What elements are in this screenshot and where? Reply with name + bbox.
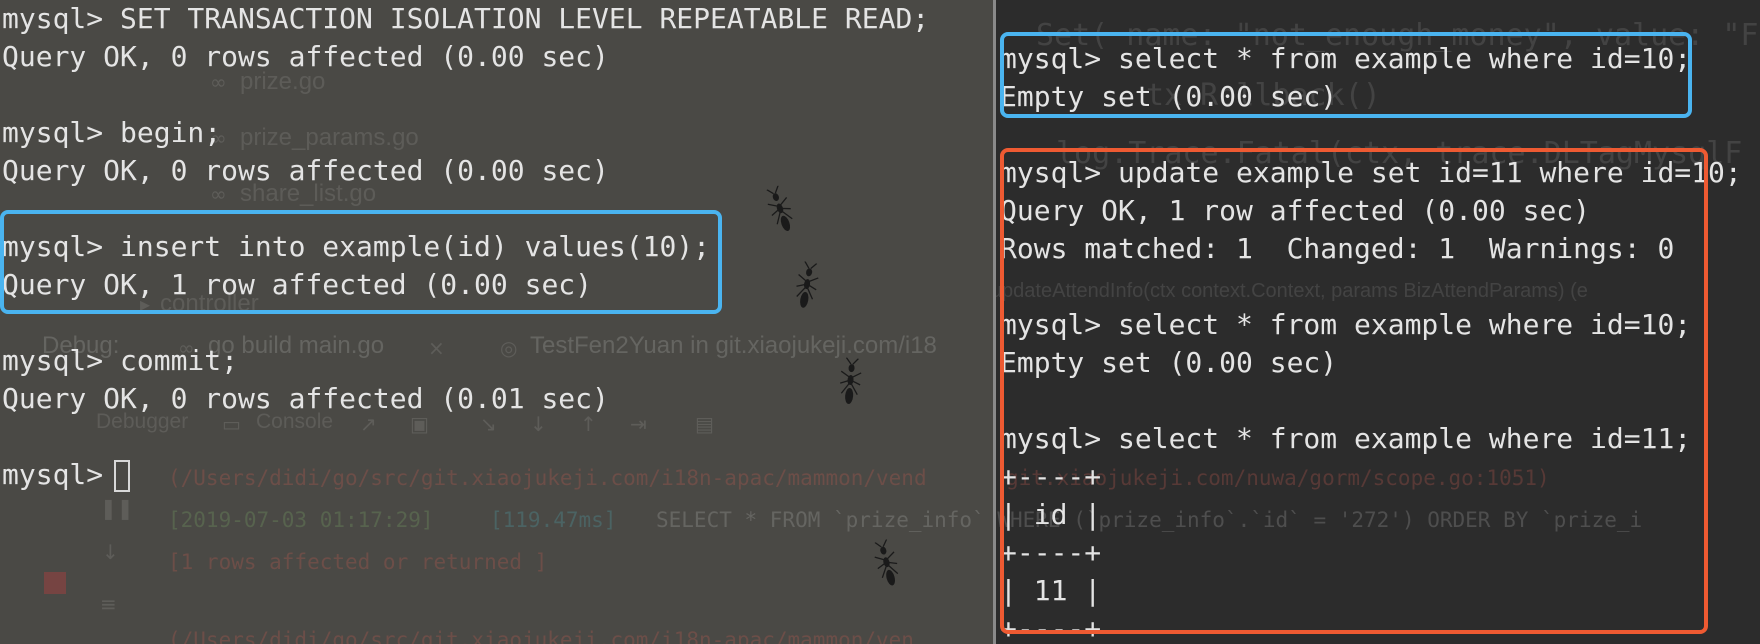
left-line-query-ok: Query OK, 0 rows affected (0.00 sec) [2,154,609,187]
ghost-log-sql: SELECT * FROM `prize_info` WHERE (`prize… [656,508,985,532]
left-line-begin: mysql> begin; [2,116,222,149]
ant-icon [796,261,819,308]
pause-icon: ❚❚ [100,496,134,520]
ant-icon [840,357,862,404]
ant-icon [874,539,899,586]
ghost-debug-tab-test: TestFen2Yuan in git.xiaojukeji.com/i18 [530,332,937,359]
ghost-file-prize-params: prize_params.go [240,124,419,151]
insert-highlight-box [0,210,722,314]
left-line-prompt[interactable]: mysql> [2,456,120,494]
left-line-query-ok: Query OK, 0 rows affected (0.00 sec) [2,40,609,73]
stop-icon [44,572,66,594]
left-line-commit: mysql> commit; [2,344,239,377]
run-to-cursor-icon: ⇥ [630,412,647,436]
left-line-set-isolation: mysql> SET TRANSACTION ISOLATION LEVEL R… [2,2,930,35]
ant-icon [766,185,793,232]
right-terminal-pane[interactable]: } 83 Set( name: "not_enough_money", valu… [996,0,1760,644]
scroll-down-icon: ↓ [102,540,119,564]
close-icon: × [428,336,445,360]
ghost-log-duration: [119.47ms] [490,508,617,532]
evaluate-icon: ▤ [695,412,714,436]
ghost-log-path-2: (/Users/didi/go/src/git.xiaojukeji.com/i… [168,628,914,644]
update-highlight-box [1000,148,1708,634]
screen: ∞ prize.go ∞ prize_params.go ∞ share_lis… [0,0,1760,644]
select-highlight-box [1000,32,1692,118]
test-icon: ◎ [500,336,518,360]
ghost-log-path: (/Users/didi/go/src/git.xiaojukeji.com/i… [168,466,927,490]
terminal-cursor [114,460,130,492]
left-line-commit-result: Query OK, 0 rows affected (0.01 sec) [2,382,609,415]
soft-wrap-icon: ≡ [100,592,117,616]
ghost-log-affected: [1 rows affected or returned ] [168,550,548,574]
ghost-log-timestamp: [2019-07-03 01:17:29] [168,508,434,532]
left-terminal-pane[interactable]: ∞ prize.go ∞ prize_params.go ∞ share_lis… [0,0,994,644]
